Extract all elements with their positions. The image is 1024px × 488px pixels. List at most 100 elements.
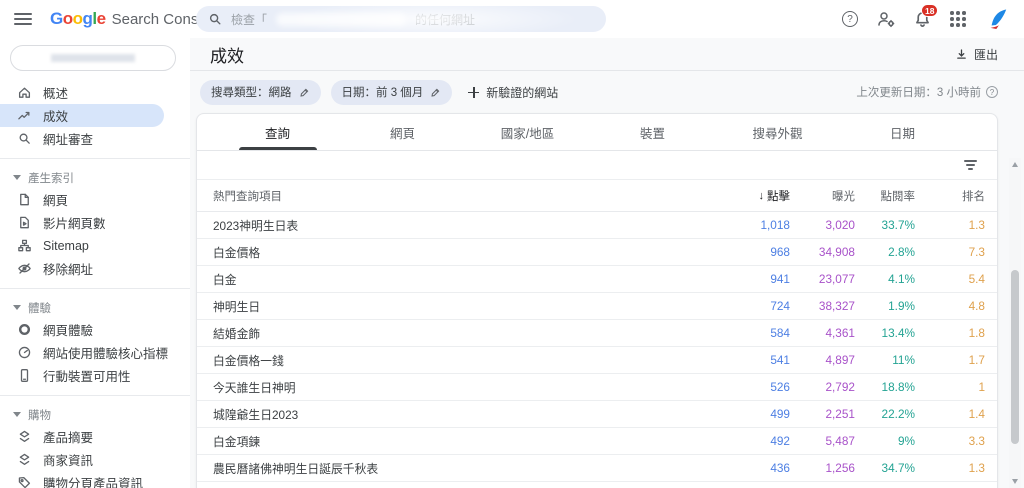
position-cell: 7.3 [968, 245, 985, 259]
tab-queries[interactable]: 查詢 [215, 114, 340, 150]
sidebar-item-label: 影片網頁數 [43, 217, 106, 231]
redacted-property-name [51, 54, 135, 62]
search-type-filter-chip[interactable]: 搜尋類型：網路 [200, 79, 321, 105]
section-indexing[interactable]: 產生索引 [0, 167, 190, 188]
impressions-cell: 4,897 [825, 353, 855, 367]
export-label: 匯出 [973, 47, 998, 62]
table-row[interactable]: 城隍爺生日2023 499 2,251 22.2% 1.4 [197, 401, 997, 428]
sidebar-item-shopping-tab-listings[interactable]: 購物分頁產品資訊 [0, 471, 190, 488]
tab-devices[interactable]: 裝置 [590, 114, 715, 150]
table-row[interactable]: 白金價格一錢 541 4,897 11% 1.7 [197, 347, 997, 374]
ctr-cell: 4.1% [888, 272, 915, 286]
chevron-down-icon [13, 305, 21, 310]
position-cell: 3.3 [968, 434, 985, 448]
column-header-clicks[interactable]: ↓ 點擊 [700, 188, 791, 204]
position-cell: 4.8 [968, 299, 985, 313]
scroll-down-icon[interactable] [1012, 479, 1018, 484]
column-header-impressions[interactable]: 曝光 [790, 188, 855, 204]
table-row[interactable]: 白金 941 23,077 4.1% 5.4 [197, 266, 997, 293]
table-header: 熱門查詢項目 ↓ 點擊 曝光 點閱率 排名 [197, 180, 997, 212]
speedometer-icon [17, 345, 32, 360]
clicks-cell: 584 [770, 326, 790, 340]
sidebar-item-sitemaps[interactable]: Sitemap [0, 234, 190, 257]
layers-icon [17, 429, 32, 444]
query-cell: 農民曆諸佛神明生日誕辰千秋表 [213, 461, 379, 476]
tab-dates[interactable]: 日期 [840, 114, 965, 150]
page-title: 成效 [210, 46, 244, 66]
help-button[interactable]: ? [840, 9, 860, 29]
sidebar-item-removals[interactable]: 移除網址 [0, 257, 190, 280]
table-row[interactable]: 白金價格 968 34,908 2.8% 7.3 [197, 239, 997, 266]
impressions-cell: 4,361 [825, 326, 855, 340]
column-header-query[interactable]: 熱門查詢項目 [213, 188, 700, 204]
clicks-cell: 941 [770, 272, 790, 286]
section-experience[interactable]: 體驗 [0, 297, 190, 318]
sidebar: 概述 成效 網址審查 產生索引 網頁 影片網頁數 Sitemap 移除網址 體驗… [0, 38, 190, 488]
url-inspection-search-input[interactable]: 檢查「 的任何網址 [196, 6, 606, 32]
sitemap-icon [17, 238, 32, 253]
property-selector[interactable] [10, 45, 176, 71]
tab-search-appearance[interactable]: 搜尋外觀 [715, 114, 840, 150]
help-icon: ? [842, 11, 858, 27]
tab-pages[interactable]: 網頁 [340, 114, 465, 150]
search-placeholder-prefix: 檢查「 [231, 12, 268, 27]
chip-label: 日期：前 3 個月 [341, 87, 424, 99]
column-header-position[interactable]: 排名 [915, 188, 985, 204]
sidebar-item-pages[interactable]: 網頁 [0, 188, 190, 211]
sidebar-item-mobile-usability[interactable]: 行動裝置可用性 [0, 364, 190, 387]
impressions-cell: 23,077 [818, 272, 855, 286]
column-header-ctr[interactable]: 點閱率 [855, 188, 916, 204]
sidebar-item-url-inspection[interactable]: 網址審查 [0, 127, 190, 150]
table-row[interactable]: 今天誰生日神明 526 2,792 18.8% 1 [197, 374, 997, 401]
ctr-cell: 13.4% [881, 326, 915, 340]
page-icon [17, 192, 32, 207]
position-cell: 1 [978, 380, 985, 394]
sidebar-item-product-snippets[interactable]: 產品摘要 [0, 425, 190, 448]
sidebar-item-merchant-listings[interactable]: 商家資訊 [0, 448, 190, 471]
sidebar-item-label: 網頁體驗 [43, 324, 94, 338]
info-icon[interactable]: ? [986, 86, 998, 98]
ctr-cell: 11% [892, 353, 915, 367]
sidebar-item-video-pages[interactable]: 影片網頁數 [0, 211, 190, 234]
avatar[interactable] [984, 6, 1010, 32]
position-cell: 1.7 [968, 353, 985, 367]
last-updated: 上次更新日期：3 小時前 ? [856, 84, 998, 100]
sidebar-item-core-web-vitals[interactable]: 網站使用體驗核心指標 [0, 341, 190, 364]
scrollbar-thumb[interactable] [1011, 270, 1019, 444]
table-row[interactable]: 白金項鍊 492 5,487 9% 3.3 [197, 428, 997, 455]
sidebar-item-performance[interactable]: 成效 [0, 104, 164, 127]
vertical-scrollbar[interactable] [1009, 158, 1021, 488]
divider [0, 288, 190, 289]
sidebar-item-overview[interactable]: 概述 [0, 81, 190, 104]
divider [0, 395, 190, 396]
account-settings-button[interactable] [876, 9, 896, 29]
sidebar-item-label: 產品摘要 [43, 431, 94, 445]
chevron-down-icon [13, 175, 21, 180]
impressions-cell: 1,256 [825, 461, 855, 475]
google-apps-button[interactable] [948, 9, 968, 29]
section-title: 購物 [28, 409, 51, 422]
table-row[interactable]: 神明生日 724 38,327 1.9% 4.8 [197, 293, 997, 320]
download-icon [957, 48, 966, 59]
position-cell: 1.4 [968, 407, 985, 421]
export-button[interactable]: 匯出 [955, 46, 998, 63]
tab-countries[interactable]: 國家/地區 [465, 114, 590, 150]
ctr-cell: 2.8% [888, 245, 915, 259]
scroll-up-icon[interactable] [1012, 162, 1018, 167]
new-filter-button[interactable]: 新驗證的網站 [468, 84, 558, 101]
app-logo[interactable]: Google Search Console [50, 9, 218, 29]
sidebar-item-label: 成效 [43, 110, 69, 124]
table-row[interactable]: 結婚金飾 584 4,361 13.4% 1.8 [197, 320, 997, 347]
profile-sail-icon [990, 9, 1007, 29]
main-content: 成效 匯出 搜尋類型：網路 日期：前 3 個月 新驗證的網站 上次更新日期：3 … [190, 38, 1024, 488]
table-row[interactable]: 2023神明生日表 1,018 3,020 33.7% 1.3 [197, 212, 997, 239]
filter-rows-icon[interactable] [964, 159, 977, 171]
menu-icon[interactable] [14, 13, 32, 25]
impressions-cell: 38,327 [818, 299, 855, 313]
table-row[interactable]: 農民曆諸佛神明生日誕辰千秋表 436 1,256 34.7% 1.3 [197, 455, 997, 482]
section-shopping[interactable]: 購物 [0, 404, 190, 425]
date-filter-chip[interactable]: 日期：前 3 個月 [330, 79, 453, 105]
sidebar-item-page-experience[interactable]: 網頁體驗 [0, 318, 190, 341]
notifications-button[interactable]: 18 [912, 4, 939, 29]
clicks-cell: 724 [770, 299, 790, 313]
